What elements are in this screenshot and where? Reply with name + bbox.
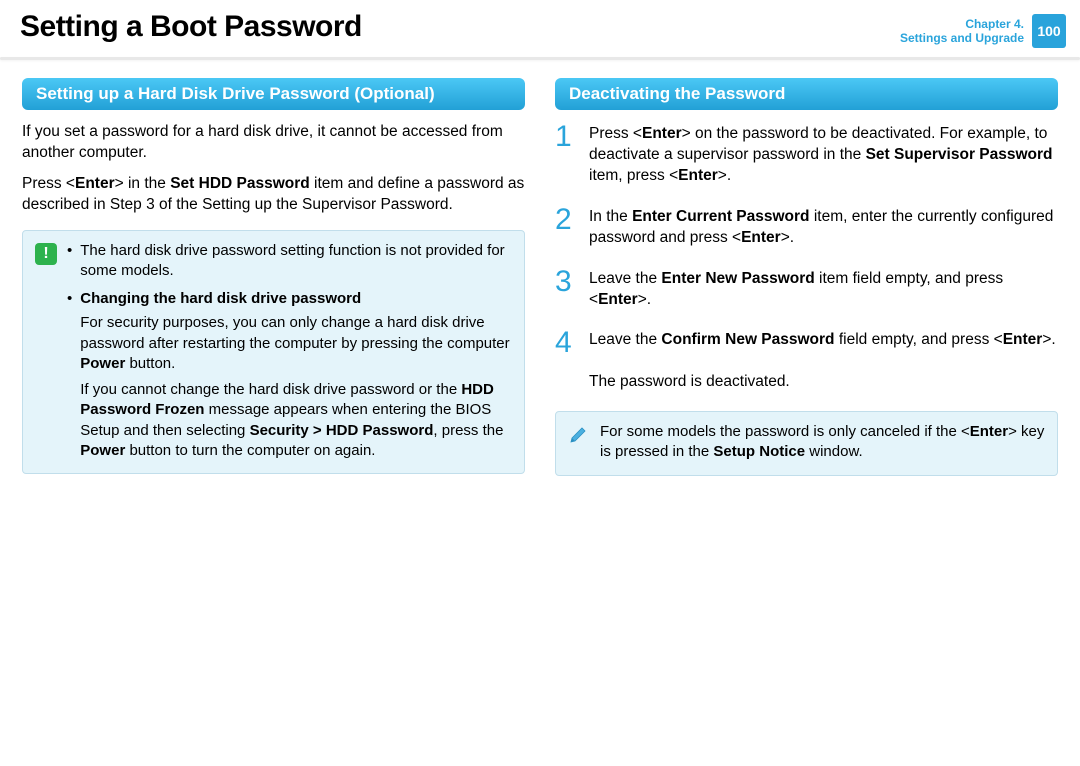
step-number: 4 bbox=[555, 328, 577, 393]
step-body: Leave the Confirm New Password field emp… bbox=[589, 328, 1058, 393]
bullet-dot-icon: • bbox=[67, 241, 72, 282]
left-para-1: If you set a password for a hard disk dr… bbox=[22, 122, 525, 164]
chapter-line2: Settings and Upgrade bbox=[900, 31, 1024, 45]
note-item-2-p1: For security purposes, you can only chan… bbox=[80, 313, 512, 374]
step-item: 1Press <Enter> on the password to be dea… bbox=[555, 122, 1058, 187]
alert-icon: ! bbox=[35, 243, 57, 265]
left-section-heading: Setting up a Hard Disk Drive Password (O… bbox=[22, 78, 525, 110]
page-number-badge: 100 bbox=[1032, 14, 1066, 48]
left-para-2: Press <Enter> in the Set HDD Password it… bbox=[22, 174, 525, 216]
step-number: 3 bbox=[555, 267, 577, 311]
step-body: Leave the Enter New Password item field … bbox=[589, 267, 1058, 311]
tip-text: For some models the password is only can… bbox=[600, 422, 1045, 463]
tip-box: For some models the password is only can… bbox=[555, 411, 1058, 476]
left-column: Setting up a Hard Disk Drive Password (O… bbox=[22, 78, 525, 476]
step-item: 4Leave the Confirm New Password field em… bbox=[555, 328, 1058, 393]
note-content: • The hard disk drive password setting f… bbox=[67, 241, 512, 462]
step-body: Press <Enter> on the password to be deac… bbox=[589, 122, 1058, 187]
note-item-1: The hard disk drive password setting fun… bbox=[80, 241, 512, 282]
bullet-dot-icon: • bbox=[67, 289, 72, 461]
step-item: 3 Leave the Enter New Password item field… bbox=[555, 267, 1058, 311]
step-number: 1 bbox=[555, 122, 577, 187]
right-section-heading: Deactivating the Password bbox=[555, 78, 1058, 110]
note-box: ! • The hard disk drive password setting… bbox=[22, 230, 525, 475]
note-item-2-title: Changing the hard disk drive password bbox=[80, 289, 512, 309]
chapter-text: Chapter 4. Settings and Upgrade bbox=[900, 17, 1024, 46]
step-item: 2 In the Enter Current Password item, ent… bbox=[555, 205, 1058, 249]
note-bullet-1: • The hard disk drive password setting f… bbox=[67, 241, 512, 282]
note-bullet-2: • Changing the hard disk drive password … bbox=[67, 289, 512, 461]
step-number: 2 bbox=[555, 205, 577, 249]
steps-list: 1Press <Enter> on the password to be dea… bbox=[555, 122, 1058, 393]
note-pencil-icon bbox=[568, 423, 590, 445]
chapter-block: Chapter 4. Settings and Upgrade 100 bbox=[900, 14, 1066, 48]
right-column: Deactivating the Password 1Press <Enter>… bbox=[555, 78, 1058, 476]
note-item-2-p2: If you cannot change the hard disk drive… bbox=[80, 380, 512, 461]
step-body: In the Enter Current Password item, ente… bbox=[589, 205, 1058, 249]
page-header: Setting a Boot Password Chapter 4. Setti… bbox=[0, 0, 1080, 60]
content-area: Setting up a Hard Disk Drive Password (O… bbox=[0, 60, 1080, 494]
note-item-2: Changing the hard disk drive password Fo… bbox=[80, 289, 512, 461]
chapter-line1: Chapter 4. bbox=[900, 17, 1024, 31]
